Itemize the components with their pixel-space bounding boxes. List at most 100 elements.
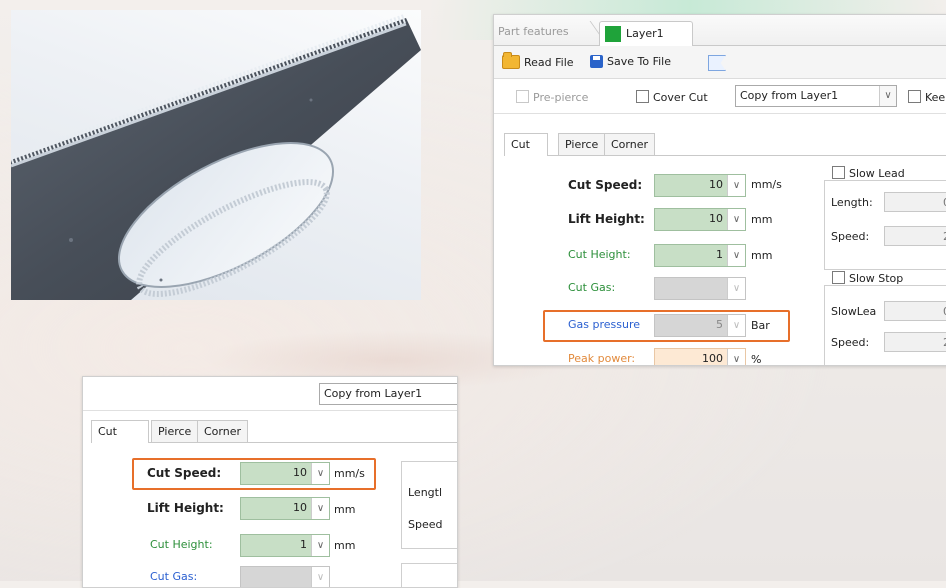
cut-speed-label: Cut Speed: [568,178,643,192]
cut-speed-input[interactable]: 10 ∨ [654,174,746,197]
lift-height-input-2[interactable]: 10 ∨ [240,497,330,520]
cut-settings-window-zoom: Copy from Layer1 Cut Pierce Corner Cut S… [82,376,458,588]
save-to-file-button[interactable]: Save To File [590,55,671,68]
keep-label: Kee [925,91,946,104]
cut-gas-label-2: Cut Gas: [150,570,198,583]
flag-button[interactable] [708,55,726,71]
chevron-down-icon[interactable]: ∨ [311,567,329,587]
slow-lead-length-input[interactable]: 0 [884,192,946,212]
subtab-pierce-2[interactable]: Pierce [151,420,199,442]
parameter-subtabs: Cut Pierce Corner [504,133,946,156]
chevron-down-icon[interactable]: ∨ [311,463,329,484]
chevron-down-icon[interactable]: ∨ [727,245,745,266]
slow-stop-group [824,285,946,365]
slow-lead-length-label: Length: [831,196,873,209]
gas-pressure-unit: Bar [751,319,770,332]
slow-stop-speed-label: Speed: [831,336,870,349]
cut-speed-label-2: Cut Speed: [147,466,222,480]
cut-speed-value-2: 10 [293,466,307,479]
peak-power-unit: % [751,353,762,366]
lift-height-unit-2: mm [334,503,356,516]
lift-height-input[interactable]: 10 ∨ [654,208,746,231]
cut-height-value-2: 1 [300,538,307,551]
copy-from-layer-value-2: Copy from Layer1 [324,387,423,400]
tab-layer1[interactable]: Layer1 [599,21,693,46]
cut-speed-unit: mm/s [751,178,782,191]
cut-height-input-2[interactable]: 1 ∨ [240,534,330,557]
cut-speed-input-2[interactable]: 10 ∨ [240,462,330,485]
gas-pressure-label: Gas pressure [568,318,641,331]
slow-stop-checkbox[interactable] [832,271,845,284]
chevron-down-icon[interactable]: ∨ [727,175,745,196]
cut-height-value: 1 [716,248,723,261]
chevron-down-icon: ∨ [879,86,896,106]
layer-color-swatch [605,26,621,42]
layer-tab-strip: Part features Layer1 [494,15,946,46]
subtab-pierce[interactable]: Pierce [558,133,606,155]
copy-from-layer-select[interactable]: Copy from Layer1 ∨ [735,85,897,107]
copy-from-layer-select-2[interactable]: Copy from Layer1 [319,383,457,405]
chevron-down-icon[interactable]: ∨ [727,278,745,299]
metal-plate-image [11,13,421,300]
options-row: Pre-pierce Cover Cut Copy from Layer1 ∨ … [494,79,946,114]
pre-pierce-option[interactable]: Pre-pierce [516,90,588,104]
slow-stop-speed-input[interactable]: 2 [884,332,946,352]
slow-stop-slowlead-input[interactable]: 0 [884,301,946,321]
cut-height-input[interactable]: 1 ∨ [654,244,746,267]
peak-power-value: 100 [702,352,723,365]
slow-lead-speed-label-2: Speed [408,518,443,531]
subtab-cut-2[interactable]: Cut [91,420,149,443]
slow-lead-speed-input[interactable]: 2 [884,226,946,246]
chevron-down-icon[interactable]: ∨ [311,498,329,519]
gas-pressure-value: 5 [716,318,723,331]
slow-lead-length-label-2: Lengtl [408,486,443,499]
options-row-2: Copy from Layer1 [83,377,457,411]
gas-pressure-input[interactable]: 5 ∨ [654,314,746,337]
cut-height-label-2: Cut Height: [150,538,213,551]
slow-stop-slowlead-label: SlowLea [831,305,877,318]
toolbar: Read File Save To File [494,46,946,79]
save-disk-icon [590,55,603,68]
read-file-button[interactable]: Read File [502,52,574,69]
cut-gas-select-2[interactable]: ∨ [240,566,330,587]
cut-speed-value: 10 [709,178,723,191]
chevron-down-icon[interactable]: ∨ [727,349,745,365]
cut-speed-unit-2: mm/s [334,467,365,480]
slow-lead-speed-label: Speed: [831,230,870,243]
keep-option[interactable]: Kee [908,90,945,104]
keep-checkbox[interactable] [908,90,921,103]
lift-height-label: Lift Height: [568,212,645,226]
cover-cut-option[interactable]: Cover Cut [636,90,708,104]
peak-power-input[interactable]: 100 ∨ [654,348,746,365]
lift-height-value-2: 10 [293,501,307,514]
slow-stop-toggle[interactable]: Slow Stop [830,271,906,285]
cut-height-unit-2: mm [334,539,356,552]
flag-icon [708,55,726,71]
cover-cut-checkbox[interactable] [636,90,649,103]
cut-plate-photo [11,10,421,300]
pre-pierce-label: Pre-pierce [533,91,589,104]
subtab-corner[interactable]: Corner [604,133,656,155]
cut-gas-label: Cut Gas: [568,281,616,294]
peak-power-label: Peak power: [568,352,636,365]
cut-height-label: Cut Height: [568,248,631,261]
save-to-file-label: Save To File [607,55,671,68]
lift-height-value: 10 [709,212,723,225]
cover-cut-label: Cover Cut [653,91,708,104]
slow-lead-title: Slow Lead [849,167,905,180]
parameter-subtabs-2: Cut Pierce Corner [91,420,457,443]
tab-part-features[interactable]: Part features [498,25,569,38]
subtab-cut[interactable]: Cut [504,133,548,156]
cut-height-unit: mm [751,249,773,262]
read-file-label: Read File [524,55,574,69]
cut-gas-select[interactable]: ∨ [654,277,746,300]
slow-lead-toggle[interactable]: Slow Lead [830,166,907,180]
layer-settings-window: Part features Layer1 Read File Save To F… [493,14,946,366]
chevron-down-icon[interactable]: ∨ [727,315,745,336]
chevron-down-icon[interactable]: ∨ [311,535,329,556]
pre-pierce-checkbox[interactable] [516,90,529,103]
chevron-down-icon[interactable]: ∨ [727,209,745,230]
subtab-corner-2[interactable]: Corner [197,420,249,442]
tab-layer1-label: Layer1 [626,27,664,40]
slow-lead-checkbox[interactable] [832,166,845,179]
